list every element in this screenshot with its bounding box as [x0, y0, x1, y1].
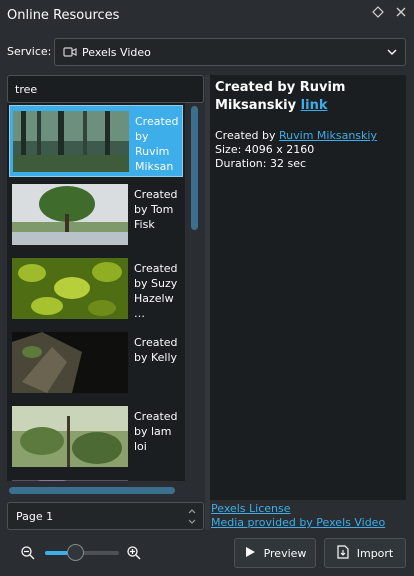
thumbnail: [12, 332, 128, 393]
zoom-in-icon[interactable]: [126, 545, 142, 564]
zoom-slider-handle[interactable]: [66, 544, 84, 561]
list-item[interactable]: Created by Tom Fisk: [9, 179, 183, 251]
list-item-label: Created by Tom Fisk: [134, 188, 178, 231]
author-link[interactable]: Ruvim Miksanskiy: [279, 129, 377, 142]
close-icon[interactable]: [393, 6, 409, 22]
details-panel: Created by Ruvim Miksanskiy link Created…: [210, 75, 406, 500]
chevron-up-icon[interactable]: [187, 506, 197, 516]
thumbnail: [12, 184, 128, 245]
details-size: Size: 4096 x 2160: [215, 143, 315, 156]
page-value: Page 1: [16, 510, 54, 523]
preview-label: Preview: [263, 546, 307, 560]
list-item[interactable]: Created by lam loi: [9, 401, 183, 473]
zoom-out-icon[interactable]: [20, 545, 36, 564]
search-input[interactable]: tree: [7, 75, 204, 103]
thumbnail: [12, 258, 128, 319]
preview-button[interactable]: Preview: [234, 538, 316, 568]
service-label: Service:: [7, 45, 52, 58]
zoom-slider[interactable]: [45, 544, 119, 561]
provider-link[interactable]: Media provided by Pexels Video: [211, 516, 385, 530]
chevron-down-icon[interactable]: [187, 517, 197, 527]
service-select[interactable]: Pexels Video: [54, 38, 406, 66]
scrollbar-handle[interactable]: [191, 106, 198, 230]
list-item-label: Created by lam loi: [134, 410, 178, 453]
import-document-icon: [337, 544, 349, 562]
thumbnail: [13, 111, 129, 172]
service-value: Pexels Video: [82, 46, 151, 59]
import-button[interactable]: Import: [324, 538, 406, 568]
list-item-label: Created by Kelly: [134, 336, 178, 364]
results-list[interactable]: Created by Ruvim Miksan… Created by Tom …: [7, 103, 185, 481]
page-spinbox[interactable]: Page 1: [7, 502, 204, 530]
video-camera-icon: [63, 46, 77, 61]
thumbnail: [12, 406, 128, 467]
import-label: Import: [356, 546, 394, 560]
diamond-icon[interactable]: [370, 6, 386, 22]
window-title: Online Resources: [7, 8, 120, 23]
thumbnail: [12, 480, 128, 481]
details-title-link[interactable]: link: [301, 98, 328, 113]
chevron-down-icon: [385, 45, 399, 62]
license-link[interactable]: Pexels License: [211, 502, 385, 516]
list-item[interactable]: Created by Ruvim Miksan…: [9, 105, 183, 177]
scrollbar-handle[interactable]: [9, 487, 175, 494]
details-title: Created by Ruvim Miksanskiy link: [215, 80, 346, 113]
details-duration: Duration: 32 sec: [215, 157, 307, 170]
list-item[interactable]: Created by Suzy Hazelw…: [9, 253, 183, 325]
details-info: Created by Ruvim Miksanskiy Size: 4096 x…: [215, 129, 401, 171]
list-item[interactable]: Created by Kelly: [9, 327, 183, 399]
list-item[interactable]: [9, 475, 183, 481]
results-horizontal-scrollbar[interactable]: [7, 484, 185, 496]
footer-links: Pexels License Media provided by Pexels …: [211, 502, 385, 530]
list-item-label: Created by Suzy Hazelw…: [134, 262, 178, 320]
play-icon: [244, 546, 256, 561]
results-vertical-scrollbar[interactable]: [188, 103, 202, 481]
list-item-label: Created by Ruvim Miksan…: [135, 115, 179, 173]
